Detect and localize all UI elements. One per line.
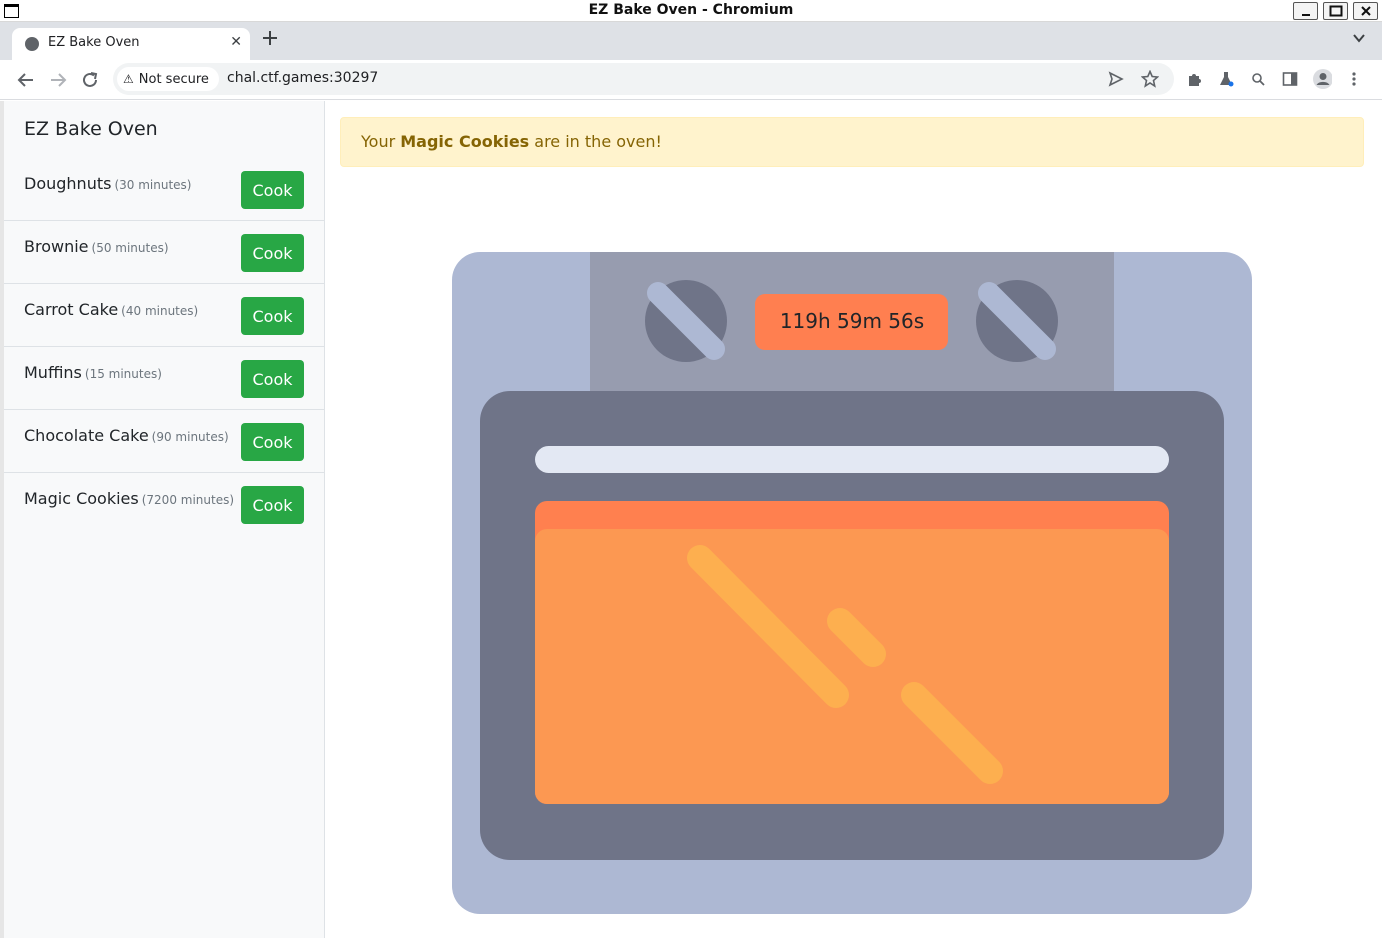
item-duration: (40 minutes) [121,304,199,318]
list-item: Doughnuts (30 minutes) Cook [4,158,324,221]
oven-illustration: 119h 59m 56s [452,252,1252,914]
item-name: Chocolate Cake [24,426,149,445]
search-icon[interactable] [1248,69,1268,89]
oven-window [535,501,1169,804]
reload-icon [83,72,98,87]
list-item: Carrot Cake (40 minutes) Cook [4,284,324,347]
browser-toolbar: ⚠ Not secure chal.ctf.games:30297 [0,60,1382,100]
item-name: Magic Cookies [24,489,139,508]
url-text[interactable]: chal.ctf.games:30297 [227,70,378,86]
profile-icon[interactable] [1312,69,1332,89]
window-title-bar: EZ Bake Oven - Chromium [0,0,1382,22]
forward-button[interactable] [47,69,69,91]
item-name: Muffins [24,363,82,382]
list-item: Muffins (15 minutes) Cook [4,347,324,410]
maximize-icon [1329,5,1342,17]
item-name: Doughnuts [24,174,112,193]
alert-prefix: Your [361,132,401,151]
star-icon[interactable] [1140,69,1160,89]
oven-handle [535,446,1169,473]
security-chip[interactable]: ⚠ Not secure [117,67,219,91]
browser-tab[interactable]: EZ Bake Oven ✕ [12,28,250,60]
alert-suffix: are in the oven! [529,132,662,151]
chevron-down-icon [1353,34,1365,43]
list-item: Magic Cookies (7200 minutes) Cook [4,473,324,536]
item-duration: (30 minutes) [114,178,192,192]
page-content: EZ Bake Oven Doughnuts (30 minutes) Cook … [0,101,1382,938]
list-item: Brownie (50 minutes) Cook [4,221,324,284]
forward-icon [51,73,67,87]
globe-icon [25,37,39,51]
item-name: Carrot Cake [24,300,119,319]
menu-icon[interactable] [1344,69,1364,89]
minimize-icon [1301,14,1310,16]
security-label: Not secure [138,71,209,87]
sidepanel-icon[interactable] [1280,69,1300,89]
item-duration: (7200 minutes) [141,493,235,507]
cook-button-muffins[interactable]: Cook [241,360,304,398]
send-icon[interactable] [1106,69,1126,89]
warning-icon: ⚠ [123,72,134,86]
sidebar: EZ Bake Oven Doughnuts (30 minutes) Cook … [4,101,325,938]
item-duration: (90 minutes) [151,430,229,444]
new-tab-button[interactable] [262,27,278,53]
flask-icon[interactable] [1216,69,1236,89]
cook-button-brownie[interactable]: Cook [241,234,304,272]
cook-button-chocolate-cake[interactable]: Cook [241,423,304,461]
minimize-button[interactable] [1293,2,1318,20]
alert-item: Magic Cookies [400,132,530,151]
tab-strip: EZ Bake Oven ✕ [0,22,1382,60]
window-title: EZ Bake Oven - Chromium [588,2,794,18]
back-button[interactable] [15,69,37,91]
close-window-button[interactable] [1353,2,1378,20]
item-name: Brownie [24,237,89,256]
maximize-button[interactable] [1323,2,1348,20]
list-item: Chocolate Cake (90 minutes) Cook [4,410,324,473]
close-tab-icon[interactable]: ✕ [230,34,242,50]
brand-title: EZ Bake Oven [24,118,158,140]
cook-button-carrot-cake[interactable]: Cook [241,297,304,335]
oven-knob-right [976,280,1058,362]
oven-knob-left [645,280,727,362]
cook-button-magic-cookies[interactable]: Cook [241,486,304,524]
address-bar[interactable]: ⚠ Not secure chal.ctf.games:30297 [113,63,1174,95]
plus-icon [263,31,277,45]
close-icon [1360,6,1371,16]
timer-text: 119h 59m 56s [780,309,924,333]
back-icon [17,73,33,87]
cook-button-doughnuts[interactable]: Cook [241,171,304,209]
status-alert: Your Magic Cookies are in the oven! [340,117,1364,167]
item-duration: (15 minutes) [84,367,162,381]
tab-title: EZ Bake Oven [48,35,140,50]
tab-search-button[interactable] [1352,30,1366,49]
reload-button[interactable] [79,69,101,91]
extensions-icon[interactable] [1184,69,1204,89]
item-duration: (50 minutes) [91,241,169,255]
